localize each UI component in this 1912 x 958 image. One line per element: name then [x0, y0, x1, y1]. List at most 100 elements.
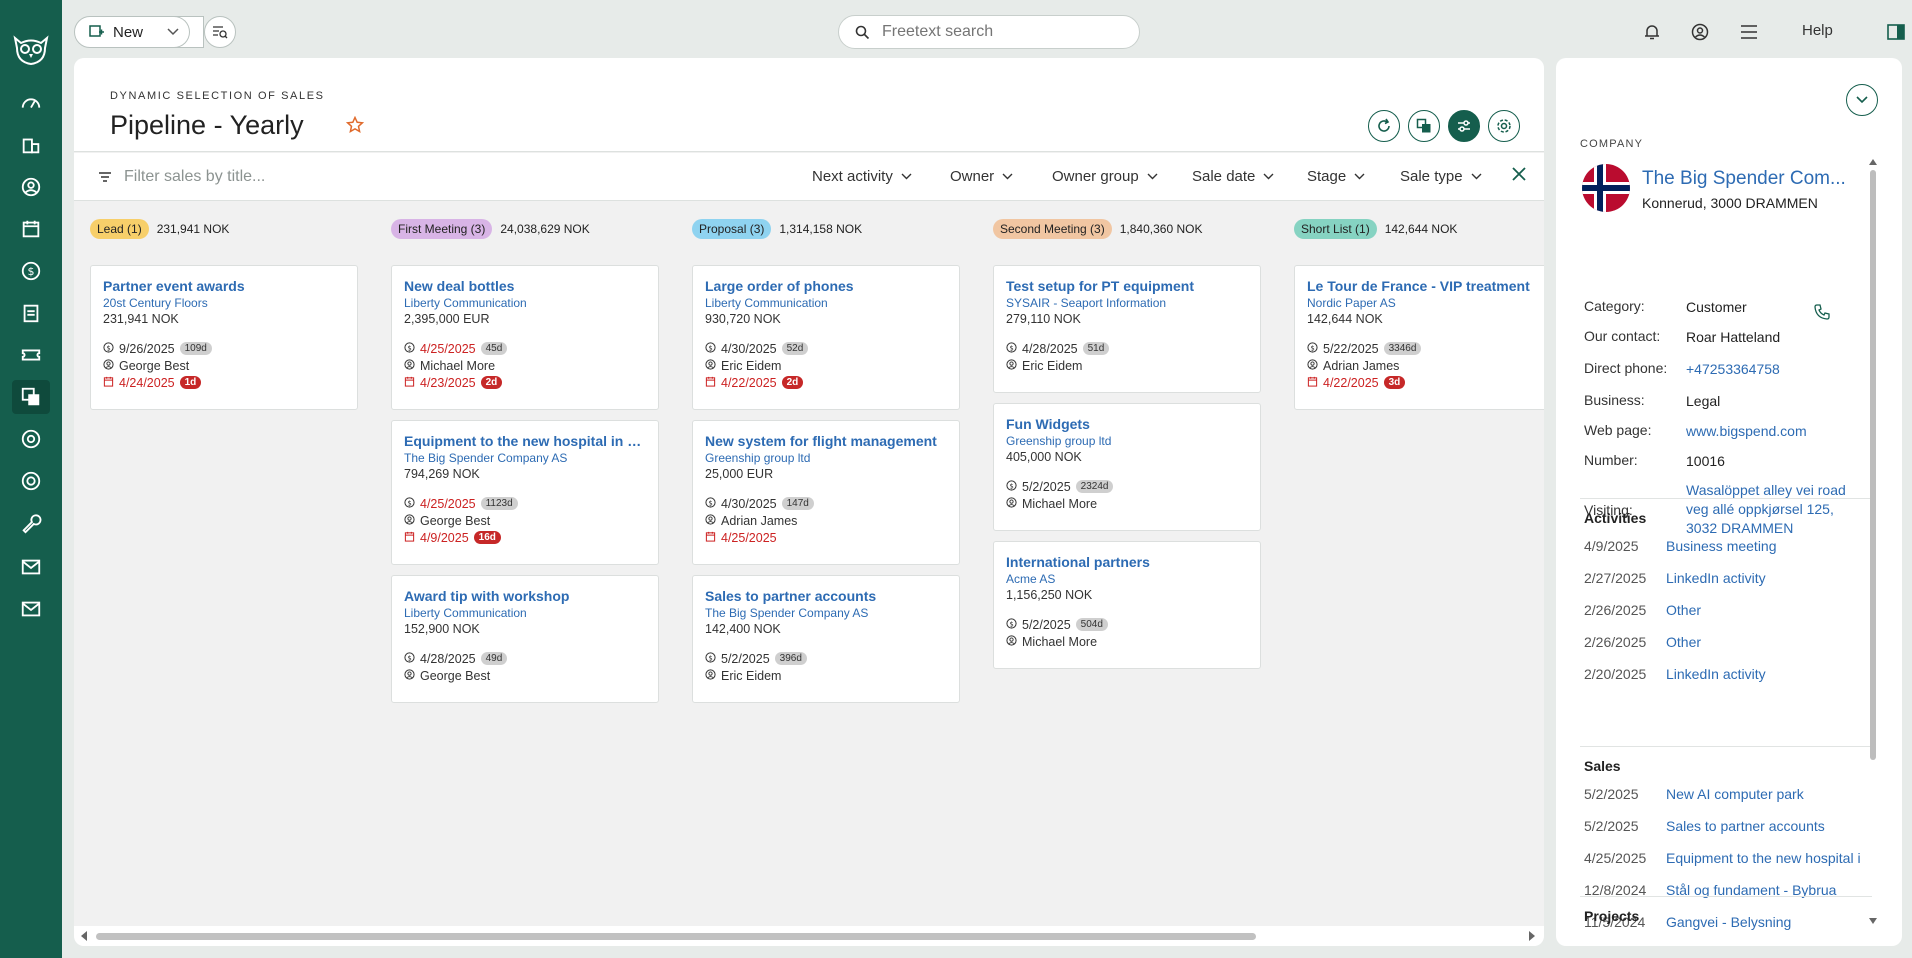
sale-card[interactable]: Sales to partner accounts The Big Spender… — [692, 575, 960, 703]
sale-company-link[interactable]: Liberty Communication — [705, 296, 947, 310]
sale-title-link[interactable]: Test setup for PT equipment — [1006, 278, 1248, 294]
sale-company-link[interactable]: Liberty Communication — [404, 606, 646, 620]
at-mail-icon[interactable] — [19, 427, 43, 451]
filter-owner[interactable]: Owner — [950, 168, 1013, 185]
activity-link[interactable]: Other — [1666, 634, 1868, 650]
sale-company-link[interactable]: The Big Spender Company AS — [705, 606, 947, 620]
sale-card[interactable]: Fun Widgets Greenship group ltd 405,000 NO… — [993, 403, 1261, 531]
sale-company-link[interactable]: Liberty Communication — [404, 296, 646, 310]
filter-label: Sale date — [1192, 168, 1256, 185]
sale-title-link[interactable]: Award tip with workshop — [404, 588, 646, 604]
filter-settings-button[interactable] — [1448, 110, 1480, 142]
clipboard-icon[interactable] — [19, 301, 43, 325]
user-profile-icon[interactable] — [1688, 20, 1712, 44]
collapse-panel-button[interactable] — [1846, 84, 1878, 116]
stage-badge[interactable]: Short List (1) — [1294, 219, 1377, 239]
sale-company-link[interactable]: Nordic Paper AS — [1307, 296, 1544, 310]
find-button[interactable] — [204, 16, 236, 48]
sale-card[interactable]: Partner event awards 20st Century Floors 2… — [90, 265, 358, 410]
sale-title-link[interactable]: Sales to partner accounts — [705, 588, 947, 604]
calendar-icon[interactable] — [19, 217, 43, 241]
stage-badge[interactable]: Second Meeting (3) — [993, 219, 1112, 239]
help-link[interactable]: Help — [1802, 22, 1833, 39]
title-filter[interactable]: Filter sales by title... — [98, 168, 265, 186]
sale-card[interactable]: Equipment to the new hospital in Dr... Th… — [391, 420, 659, 565]
stage-badge[interactable]: Proposal (3) — [692, 219, 772, 239]
ticket-icon[interactable] — [19, 343, 43, 367]
sale-title-link[interactable]: Le Tour de France - VIP treatment — [1307, 278, 1544, 294]
dollar-icon: $ — [404, 341, 415, 356]
sale-card[interactable]: International partners Acme AS 1,156,250 N… — [993, 541, 1261, 669]
dashboard-icon[interactable] — [19, 91, 43, 115]
scrollbar-thumb[interactable] — [1870, 170, 1876, 760]
field-value[interactable]: www.bigspend.com — [1686, 422, 1864, 441]
scroll-left-icon[interactable] — [80, 931, 88, 941]
sale-link[interactable]: Gangvei - Belysning — [1666, 914, 1868, 930]
owl-logo-icon[interactable] — [13, 34, 49, 66]
scroll-right-icon[interactable] — [1528, 931, 1536, 941]
sale-title-link[interactable]: Partner event awards — [103, 278, 345, 294]
divider — [1580, 498, 1872, 499]
search-input[interactable] — [882, 23, 1112, 41]
bell-icon[interactable] — [1640, 20, 1664, 44]
sale-title-link[interactable]: International partners — [1006, 554, 1248, 570]
refresh-button[interactable] — [1368, 110, 1400, 142]
activity-link[interactable]: LinkedIn activity — [1666, 666, 1868, 682]
sale-company-link[interactable]: Greenship group ltd — [1006, 434, 1248, 448]
freetext-search[interactable] — [838, 15, 1140, 49]
view-toggle-button[interactable] — [1408, 110, 1440, 142]
sale-company-link[interactable]: Acme AS — [1006, 572, 1248, 586]
filter-stage[interactable]: Stage — [1307, 168, 1365, 185]
sale-card[interactable]: New deal bottles Liberty Communication 2,3… — [391, 265, 659, 410]
sale-title-link[interactable]: Fun Widgets — [1006, 416, 1248, 432]
favorite-star-icon[interactable] — [345, 115, 365, 139]
activity-link[interactable]: Other — [1666, 602, 1868, 618]
filter-owner-group[interactable]: Owner group — [1052, 168, 1158, 185]
sale-card[interactable]: New system for flight management Greenshi… — [692, 420, 960, 565]
mail-icon[interactable] — [19, 555, 43, 579]
sale-link[interactable]: Equipment to the new hospital i — [1666, 850, 1868, 866]
activity-link[interactable]: LinkedIn activity — [1666, 570, 1868, 586]
sale-title-link[interactable]: Large order of phones — [705, 278, 947, 294]
company-name-link[interactable]: The Big Spender Com... — [1642, 168, 1852, 190]
sale-card[interactable]: Award tip with workshop Liberty Communica… — [391, 575, 659, 703]
sale-card[interactable]: Large order of phones Liberty Communicati… — [692, 265, 960, 410]
stage-badge[interactable]: Lead (1) — [90, 219, 149, 239]
sale-company-link[interactable]: SYSAIR - Seaport Information — [1006, 296, 1248, 310]
sale-title-link[interactable]: New deal bottles — [404, 278, 646, 294]
target-icon[interactable] — [19, 469, 43, 493]
sale-link[interactable]: Sales to partner accounts — [1666, 818, 1868, 834]
sale-company-link[interactable]: Greenship group ltd — [705, 451, 947, 465]
sale-company-link[interactable]: The Big Spender Company AS — [404, 451, 646, 465]
scroll-down-icon[interactable] — [1869, 918, 1877, 925]
filter-sale-date[interactable]: Sale date — [1192, 168, 1274, 185]
sales-dollar-icon[interactable]: $ — [19, 259, 43, 283]
sale-company-link[interactable]: 20st Century Floors — [103, 296, 345, 310]
field-value[interactable]: Wasalöppet alley vei road veg allé oppkj… — [1686, 481, 1864, 538]
horizontal-scrollbar[interactable] — [74, 926, 1544, 946]
stage-badge[interactable]: First Meeting (3) — [391, 219, 493, 239]
scrollbar-thumb[interactable] — [96, 933, 1256, 940]
filter-sale-type[interactable]: Sale type — [1400, 168, 1482, 185]
company-icon[interactable] — [19, 133, 43, 157]
vertical-scrollbar[interactable] — [1868, 158, 1878, 928]
field-value[interactable]: +47253364758 — [1686, 360, 1864, 379]
filter-next-activity[interactable]: Next activity — [812, 168, 912, 185]
mailing-icon[interactable] — [19, 597, 43, 621]
scroll-up-icon[interactable] — [1869, 158, 1877, 165]
activity-link[interactable]: Business meeting — [1666, 538, 1868, 554]
sale-card[interactable]: Le Tour de France - VIP treatment Nordic … — [1294, 265, 1544, 410]
sale-link[interactable]: New AI computer park — [1666, 786, 1868, 802]
sale-card[interactable]: Test setup for PT equipment SYSAIR - Seap… — [993, 265, 1261, 393]
settings-button[interactable] — [1488, 110, 1520, 142]
contact-icon[interactable] — [19, 175, 43, 199]
phone-icon[interactable] — [1814, 304, 1830, 320]
selection-icon[interactable] — [12, 380, 50, 414]
wrench-icon[interactable] — [19, 511, 43, 535]
clear-filters-close-icon[interactable] — [1512, 167, 1526, 186]
sale-title-link[interactable]: Equipment to the new hospital in Dr... — [404, 433, 646, 449]
hamburger-menu-icon[interactable] — [1737, 20, 1761, 44]
panel-toggle-icon[interactable] — [1884, 20, 1908, 44]
sale-title-link[interactable]: New system for flight management — [705, 433, 947, 449]
new-dropdown-button[interactable] — [156, 16, 190, 48]
